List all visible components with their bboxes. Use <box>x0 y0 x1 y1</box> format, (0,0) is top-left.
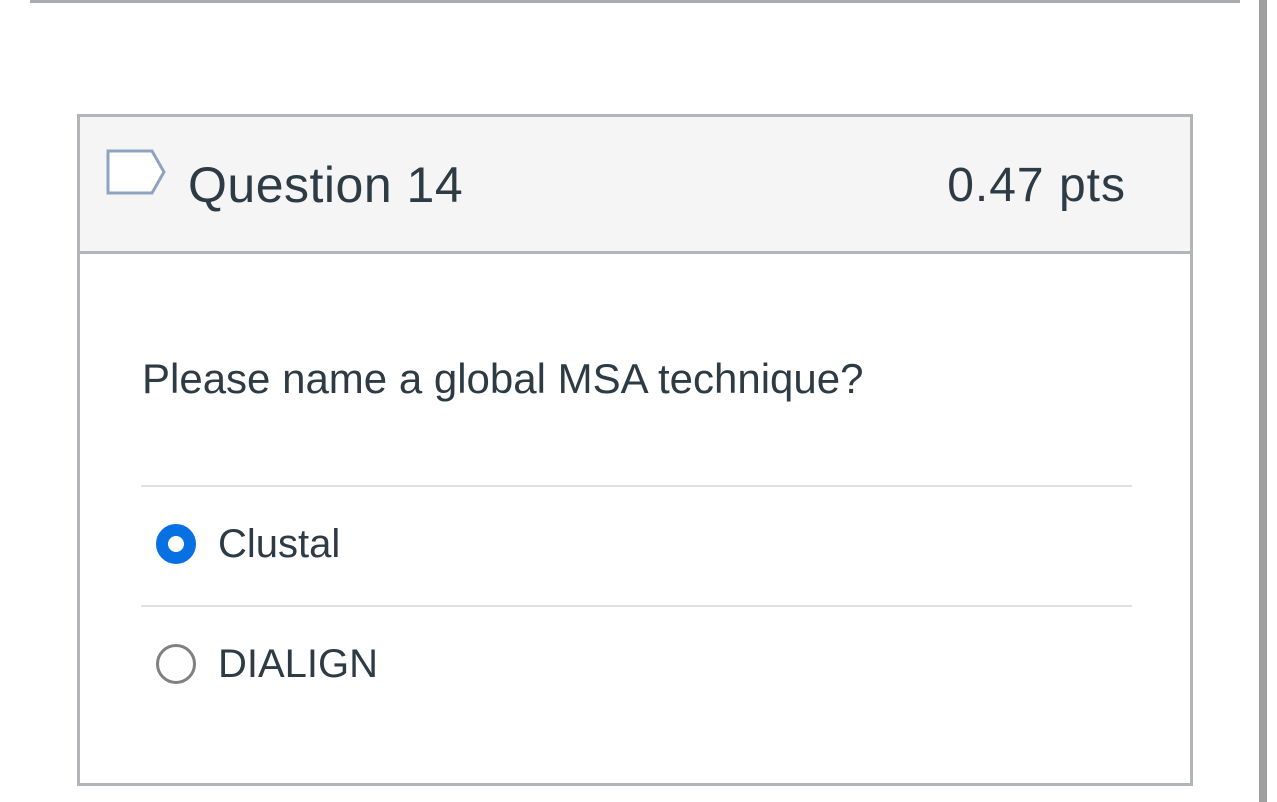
radio-unselected-icon[interactable] <box>156 644 196 684</box>
scrollbar[interactable] <box>1259 0 1267 802</box>
question-card: Question 14 0.47 pts Please name a globa… <box>77 114 1193 786</box>
answer-divider <box>141 605 1132 607</box>
radio-selected-icon[interactable] <box>156 524 196 564</box>
quiz-page: Question 14 0.47 pts Please name a globa… <box>0 0 1277 802</box>
answer-divider <box>141 485 1132 487</box>
question-header: Question 14 0.47 pts <box>80 117 1190 254</box>
question-points: 0.47 pts <box>947 159 1126 212</box>
flag-outline-icon[interactable] <box>106 149 168 195</box>
answer-label[interactable]: DIALIGN <box>218 639 378 689</box>
answer-option-clustal[interactable]: Clustal <box>156 515 340 573</box>
question-text: Please name a global MSA technique? <box>142 355 864 402</box>
answer-label[interactable]: Clustal <box>218 519 340 569</box>
answer-option-dialign[interactable]: DIALIGN <box>156 635 378 693</box>
top-divider <box>30 0 1240 3</box>
question-title: Question 14 <box>188 157 464 213</box>
